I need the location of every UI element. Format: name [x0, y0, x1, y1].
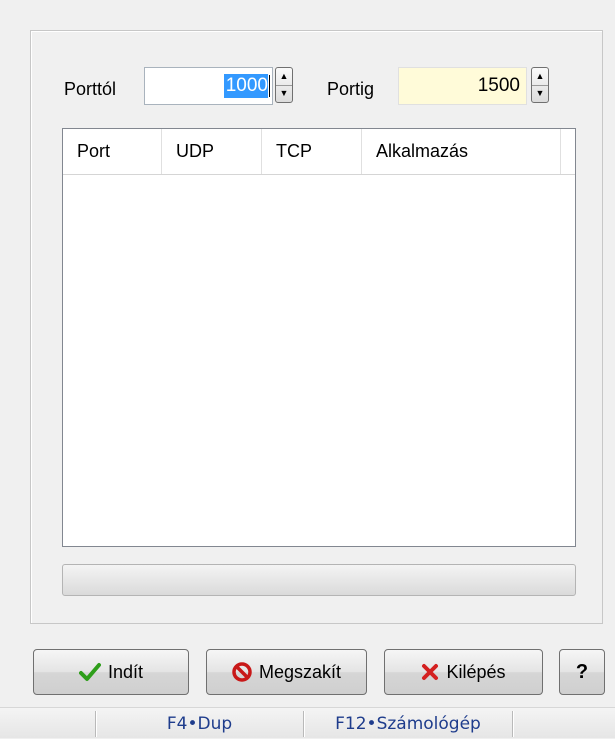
table-header: Port UDP TCP Alkalmazás	[63, 129, 575, 175]
status-bar: F4•Dup F12•Számológép	[0, 707, 615, 738]
start-button-label: Indít	[107, 661, 144, 682]
spin-down-icon[interactable]: ▼	[532, 84, 548, 103]
abort-button-label: Megszakít	[258, 661, 342, 682]
from-port-value: 1000	[223, 74, 268, 98]
close-x-icon	[422, 664, 439, 680]
column-header-tcp[interactable]: TCP	[262, 129, 362, 174]
exit-button[interactable]: Kilépés	[384, 649, 543, 695]
text-caret	[269, 75, 270, 97]
start-button[interactable]: Indít	[33, 649, 189, 695]
column-header-port[interactable]: Port	[63, 129, 162, 174]
spin-up-icon[interactable]: ▲	[532, 68, 548, 85]
to-port-spinner[interactable]: ▲ ▼	[531, 67, 549, 103]
spin-down-icon[interactable]: ▼	[276, 84, 292, 103]
column-header-filler	[561, 129, 575, 174]
column-header-application[interactable]: Alkalmazás	[362, 129, 561, 174]
no-entry-icon	[232, 662, 252, 682]
status-separator	[512, 711, 513, 737]
help-button[interactable]: ?	[559, 649, 605, 695]
to-port-label: Portig	[327, 79, 375, 99]
abort-button[interactable]: Megszakít	[206, 649, 367, 695]
spin-up-icon[interactable]: ▲	[276, 68, 292, 85]
port-results-table[interactable]: Port UDP TCP Alkalmazás	[62, 128, 576, 547]
checkmark-icon	[78, 663, 101, 681]
status-item-duplicate[interactable]: F4•Dup	[96, 708, 303, 739]
scan-progress-bar	[62, 564, 576, 596]
status-item-calculator[interactable]: F12•Számológép	[304, 708, 512, 739]
from-port-label: Porttól	[64, 79, 117, 99]
from-port-spinner[interactable]: ▲ ▼	[275, 67, 293, 103]
from-port-input[interactable]: 1000	[144, 67, 273, 105]
exit-button-label: Kilépés	[446, 661, 506, 682]
to-port-value: 1500	[477, 75, 520, 96]
to-port-input[interactable]: 1500	[398, 67, 527, 105]
column-header-udp[interactable]: UDP	[162, 129, 262, 174]
help-button-label: ?	[575, 660, 589, 683]
